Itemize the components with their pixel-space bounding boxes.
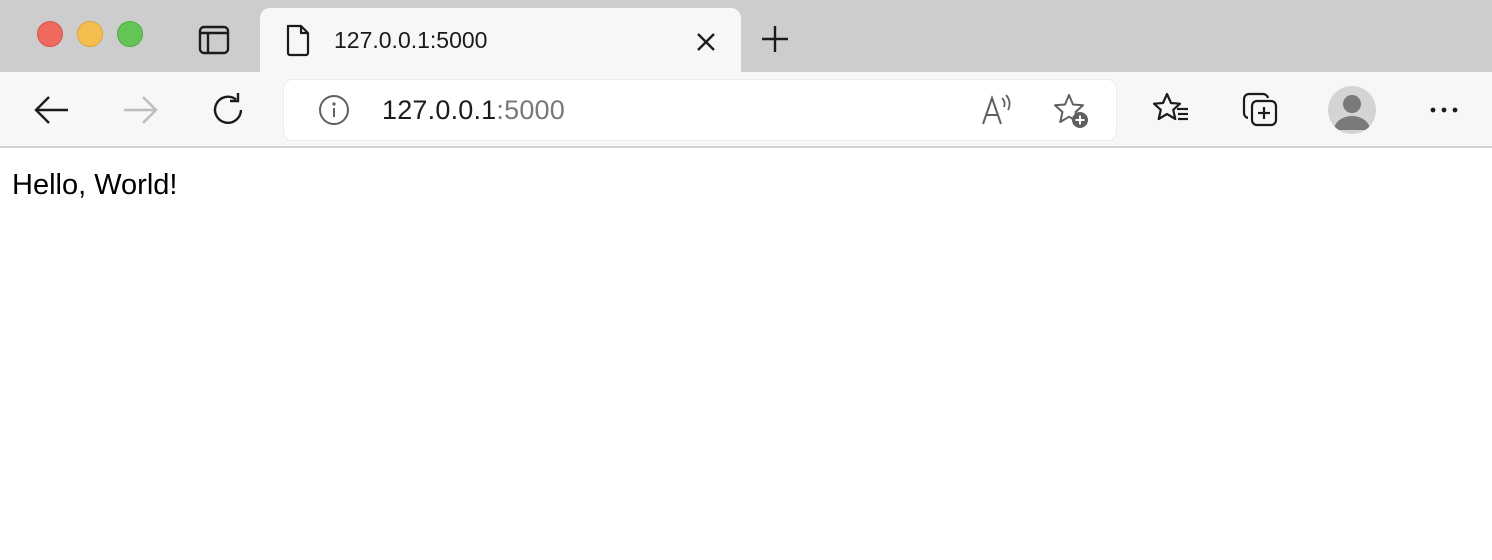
window-close-button[interactable] [37, 21, 63, 47]
page-content: Hello, World! [0, 150, 1492, 560]
forward-arrow-icon[interactable] [120, 90, 160, 130]
read-aloud-icon[interactable] [980, 92, 1016, 128]
more-icon[interactable] [1424, 90, 1464, 130]
favorites-icon[interactable] [1152, 90, 1192, 130]
window-maximize-button[interactable] [117, 21, 143, 47]
tab-title: 127.0.0.1:5000 [334, 27, 488, 53]
collections-icon[interactable] [1240, 90, 1280, 130]
profile-avatar[interactable] [1328, 86, 1376, 134]
back-arrow-icon[interactable] [32, 90, 72, 130]
url-text[interactable]: 127.0.0.1:5000 [382, 94, 565, 126]
tab-actions-icon[interactable] [196, 24, 232, 56]
reload-icon[interactable] [208, 90, 248, 130]
add-favorite-icon[interactable] [1052, 92, 1090, 130]
document-icon [284, 23, 312, 57]
url-host: 127.0.0.1 [382, 95, 497, 125]
tab-active[interactable]: 127.0.0.1:5000 [260, 8, 741, 72]
url-port: :5000 [496, 95, 565, 125]
new-tab-button[interactable] [760, 24, 790, 54]
tab-close-icon[interactable] [694, 30, 718, 54]
tab-strip: 127.0.0.1:5000 [0, 0, 1492, 72]
site-info-icon[interactable] [318, 94, 350, 126]
window-minimize-button[interactable] [77, 21, 103, 47]
browser-toolbar: 127.0.0.1:5000 [0, 72, 1492, 148]
page-body-text: Hello, World! [12, 169, 178, 201]
address-bar[interactable]: 127.0.0.1:5000 [284, 80, 1116, 140]
